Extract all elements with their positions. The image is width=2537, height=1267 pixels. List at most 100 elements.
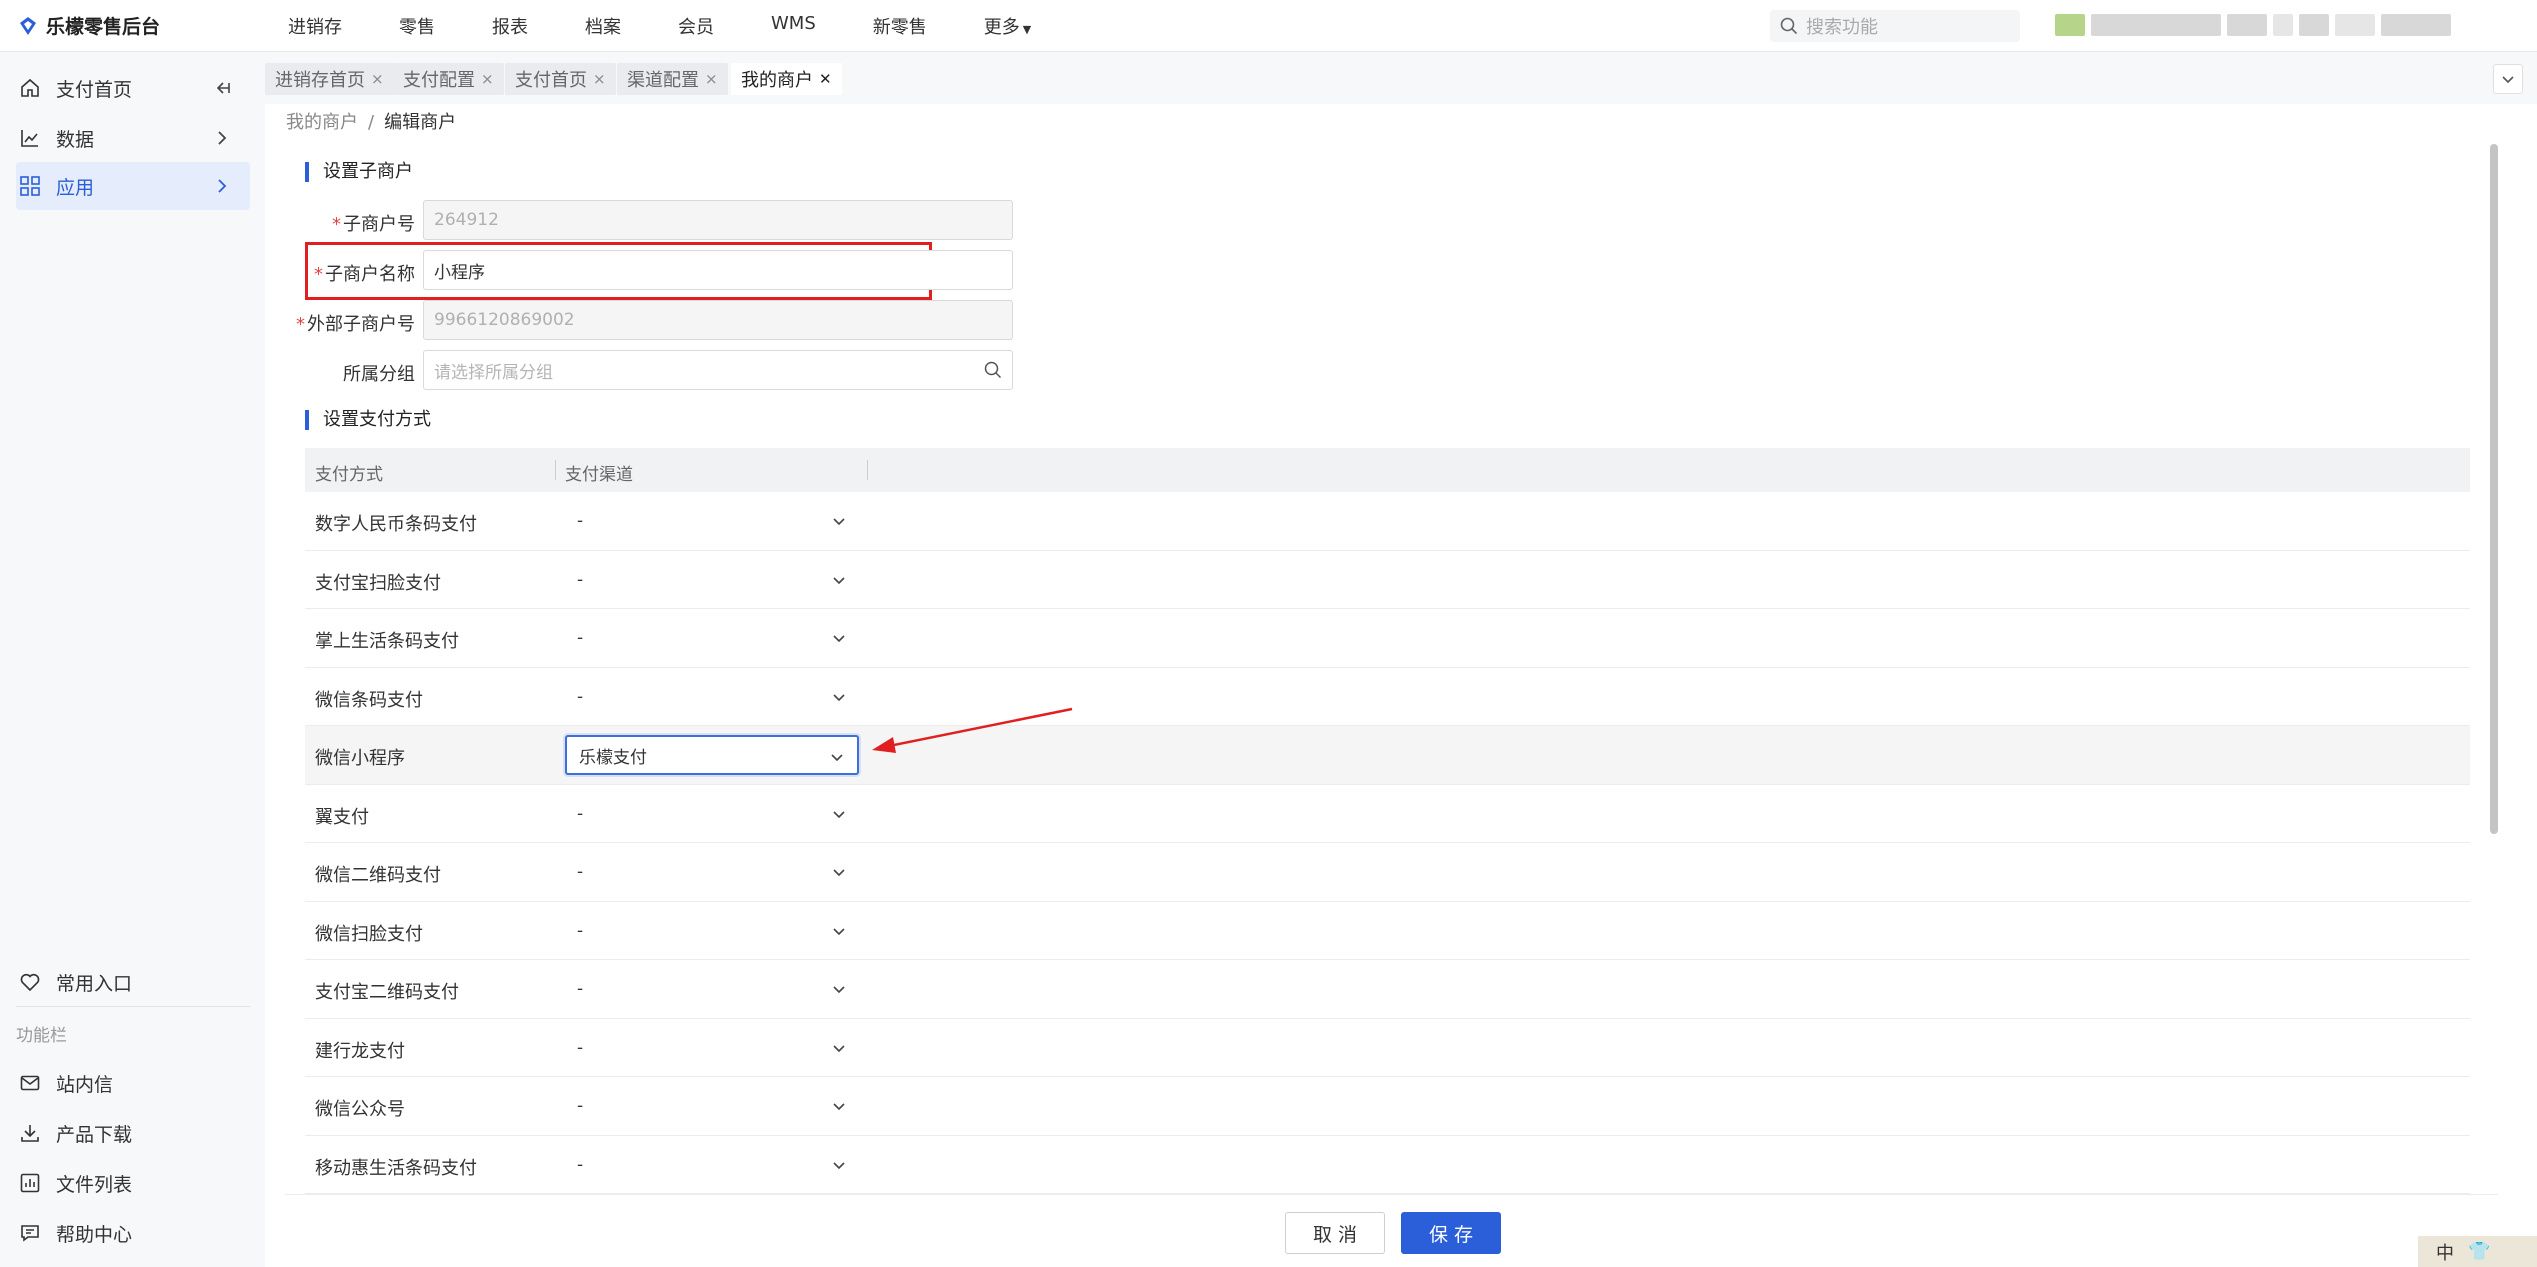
label-text: 子商户名称 (325, 264, 415, 285)
tab-pay-home[interactable]: 支付首页 × (505, 63, 616, 95)
payment-channel-select[interactable]: - (565, 560, 859, 600)
search-icon (1780, 17, 1798, 35)
payment-channel-select[interactable]: - (565, 618, 859, 658)
chevron-down-icon-wrap (831, 630, 847, 651)
app-title: 乐檬零售后台 (46, 16, 161, 38)
tab-channel-config[interactable]: 渠道配置 × (617, 63, 728, 95)
payment-method-name: 建行龙支付 (315, 1040, 405, 1062)
topnav-new-retail[interactable]: 新零售 (873, 13, 927, 39)
chevron-down-icon-wrap (831, 981, 847, 1002)
app-logo[interactable]: 乐檬零售后台 (18, 12, 258, 39)
close-icon[interactable]: × (705, 70, 718, 88)
save-button[interactable]: 保 存 (1401, 1212, 1501, 1254)
collapse-sidebar-icon[interactable] (212, 78, 232, 103)
payment-channel-select[interactable]: - (565, 677, 859, 717)
payment-channel-value: - (577, 511, 584, 531)
form-label: * 外部子商户号 (285, 310, 415, 336)
tabs-dropdown-button[interactable] (2493, 64, 2523, 94)
payment-channel-value: - (577, 569, 584, 590)
tab-label: 支付首页 (515, 70, 587, 91)
sidebar-item-file-list[interactable]: 文件列表 (16, 1159, 250, 1207)
chevron-down-icon-wrap (831, 572, 847, 593)
sidebar-item-apps[interactable]: 应用 (16, 162, 250, 210)
close-icon[interactable]: × (481, 70, 494, 88)
payment-channel-select[interactable]: - (565, 794, 859, 834)
payment-method-name: 移动惠生活条码支付 (315, 1157, 477, 1179)
content-scrollbar[interactable] (2490, 144, 2498, 834)
breadcrumb-parent[interactable]: 我的商户 (286, 112, 358, 133)
sidebar-item-downloads[interactable]: 产品下载 (16, 1109, 250, 1157)
column-header-method: 支付方式 (315, 465, 383, 485)
tabs-bar: 进销存首页 × 支付配置 × 支付首页 × 渠道配置 × 我的商户 ✕ (265, 52, 2537, 104)
chart-line-icon (18, 126, 42, 150)
ime-indicator[interactable]: 中 👕 (2418, 1236, 2537, 1267)
topnav-report[interactable]: 报表 (492, 13, 528, 39)
heart-icon (18, 970, 42, 994)
chevron-down-icon (831, 754, 843, 762)
sidebar-item-messages[interactable]: 站内信 (16, 1059, 250, 1107)
grid-icon (18, 174, 42, 198)
topnav-more-label: 更多 (983, 16, 1020, 38)
required-mark: * (332, 214, 341, 235)
group-select-field[interactable]: 请选择所属分组 (423, 350, 1013, 390)
topnav-member[interactable]: 会员 (678, 13, 714, 39)
section-title-sub-merchant: 设置子商户 (305, 162, 413, 182)
payment-channel-value: - (577, 1154, 584, 1175)
topnav-more[interactable]: 更多 ▼ (984, 13, 1031, 39)
home-icon (18, 76, 42, 100)
sidebar-item-data[interactable]: 数据 (16, 114, 250, 162)
tab-label: 我的商户 (741, 70, 813, 91)
help-chat-icon (18, 1221, 42, 1245)
chevron-down-icon-wrap (829, 749, 845, 770)
sidebar-item-pay-home[interactable]: 支付首页 (16, 64, 250, 112)
payment-channel-select[interactable]: - (565, 969, 859, 1009)
payment-method-name: 微信条码支付 (315, 689, 423, 711)
required-mark: * (296, 314, 305, 335)
payment-channel-select[interactable]: - (565, 852, 859, 892)
payment-channel-select[interactable]: - (565, 1086, 859, 1126)
topnav-wms[interactable]: WMS (771, 13, 816, 39)
breadcrumb: 我的商户 / 编辑商户 (286, 108, 456, 134)
search-input[interactable]: 搜索功能 (1770, 10, 2020, 42)
payment-channel-select[interactable]: - (565, 501, 859, 541)
tab-pay-config[interactable]: 支付配置 × (393, 63, 504, 95)
close-icon[interactable]: × (593, 70, 606, 88)
column-divider[interactable] (555, 460, 556, 480)
table-row: 微信小程序 乐檬支付 (305, 726, 2470, 785)
payment-method-name: 支付宝二维码支付 (315, 982, 459, 1003)
column-divider[interactable] (867, 460, 868, 480)
table-header: 支付方式 支付渠道 (305, 448, 2470, 492)
tab-my-merchants[interactable]: 我的商户 ✕ (731, 63, 842, 95)
payment-channel-select[interactable]: - (565, 1145, 859, 1185)
topnav-jxc[interactable]: 进销存 (288, 13, 342, 39)
tab-jxc-home[interactable]: 进销存首页 × (265, 63, 394, 95)
sub-merchant-no-field[interactable]: 264912 (423, 200, 1013, 240)
caret-down-icon: ▼ (1022, 22, 1032, 36)
payment-channel-select[interactable]: - (565, 911, 859, 951)
required-mark: * (314, 264, 323, 285)
external-sub-merchant-no-field[interactable]: 9966120869002 (423, 300, 1013, 340)
table-row: 微信条码支付 - (305, 668, 2470, 726)
blurred-user-info (2055, 14, 2451, 36)
mail-icon (18, 1071, 42, 1095)
sidebar-item-favorites[interactable]: 常用入口 (16, 958, 250, 1006)
chevron-down-icon-wrap (831, 864, 847, 885)
payment-method-name: 微信小程序 (315, 748, 405, 769)
payment-channel-select[interactable]: - (565, 1028, 859, 1068)
close-icon[interactable]: × (371, 70, 384, 88)
close-icon[interactable]: ✕ (819, 70, 832, 88)
shirt-icon: 👕 (2468, 1241, 2491, 1262)
payment-channel-select[interactable]: 乐檬支付 (565, 735, 859, 775)
chevron-down-icon (833, 518, 845, 526)
sidebar-divider (16, 1006, 250, 1007)
topnav-retail[interactable]: 零售 (399, 13, 435, 39)
sidebar-item-help[interactable]: 帮助中心 (16, 1209, 250, 1257)
payment-channel-value: - (577, 686, 584, 707)
sidebar-item-label: 文件列表 (56, 1173, 133, 1196)
function-bar-label: 功能栏 (16, 1026, 67, 1046)
payment-channel-value: - (577, 628, 584, 648)
cancel-button[interactable]: 取 消 (1285, 1212, 1385, 1254)
topnav-archive[interactable]: 档案 (585, 13, 621, 39)
tab-label: 进销存首页 (275, 70, 365, 91)
sub-merchant-name-field[interactable]: 小程序 (423, 250, 1013, 290)
